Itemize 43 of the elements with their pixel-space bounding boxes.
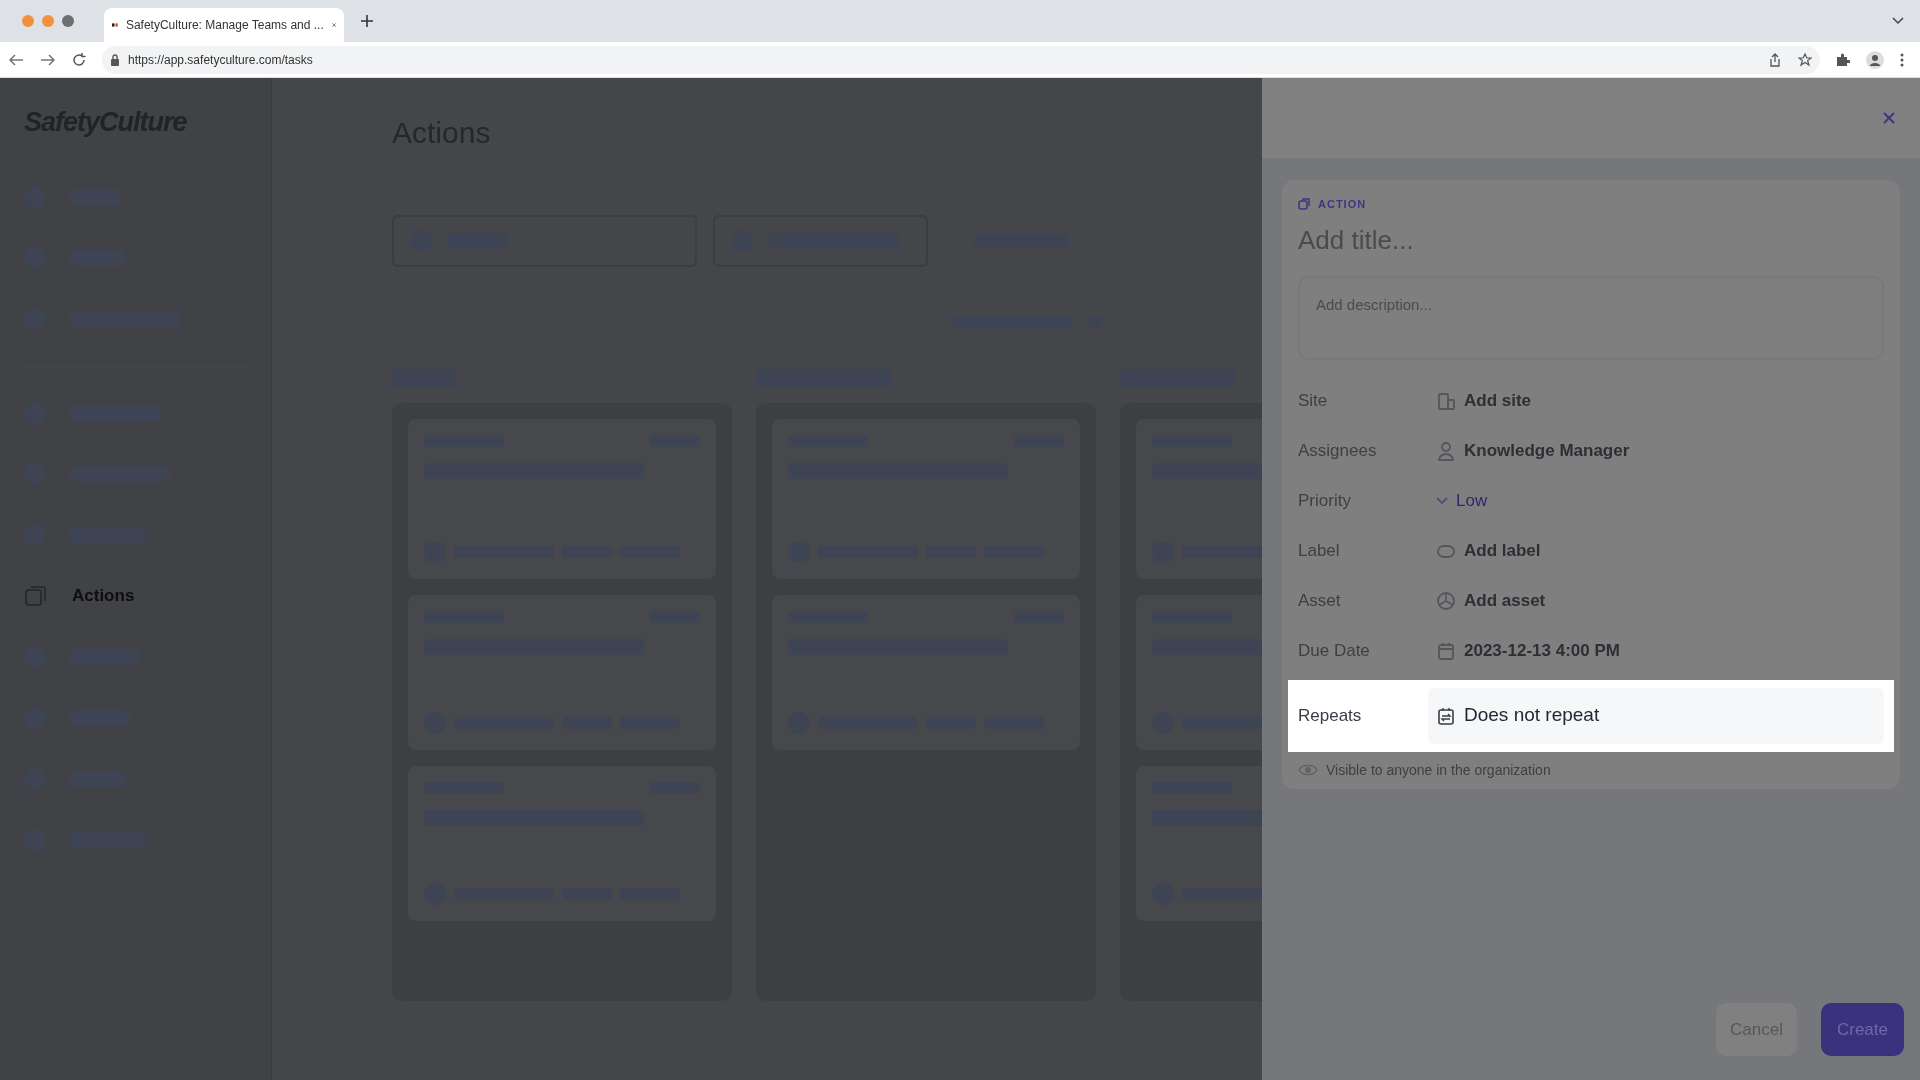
calendar-repeat-icon xyxy=(1436,705,1456,726)
field-label: Priority xyxy=(1298,489,1352,512)
star-icon[interactable] xyxy=(1798,52,1812,67)
field-label: Repeats xyxy=(1298,704,1363,727)
close-icon[interactable] xyxy=(331,20,336,30)
share-icon[interactable] xyxy=(1768,52,1782,67)
field-value[interactable]: Add label xyxy=(1428,537,1884,564)
field-value[interactable]: Does not repeat xyxy=(1428,687,1884,744)
calendar-icon xyxy=(1436,640,1456,661)
url-text: https://app.safetyculture.com/tasks xyxy=(128,51,313,69)
field-label: Assignees xyxy=(1298,439,1378,462)
back-icon[interactable] xyxy=(8,52,24,67)
field-label: Label xyxy=(1298,539,1341,562)
close-window-icon[interactable] xyxy=(22,15,34,27)
browser-tab[interactable]: SafetyCulture: Manage Teams and ... xyxy=(104,8,344,42)
field-value[interactable]: Knowledge Manager xyxy=(1428,437,1884,464)
field-value[interactable]: Add asset xyxy=(1428,587,1884,614)
address-bar[interactable]: https://app.safetyculture.com/tasks xyxy=(102,45,1820,74)
chevron-down-icon[interactable] xyxy=(1892,17,1904,25)
building-icon xyxy=(1436,390,1456,411)
forward-icon[interactable] xyxy=(40,52,56,67)
type-label: ACTION xyxy=(1318,197,1367,212)
favicon-icon xyxy=(112,20,118,30)
field-label: Site xyxy=(1298,389,1329,412)
field-value[interactable]: Low xyxy=(1428,487,1884,514)
new-tab-icon[interactable] xyxy=(360,14,374,28)
field-value[interactable]: Add site xyxy=(1428,387,1884,414)
person-icon xyxy=(1436,440,1456,461)
menu-icon[interactable] xyxy=(1900,52,1904,67)
maximize-window-icon[interactable] xyxy=(62,15,74,27)
close-icon[interactable] xyxy=(1882,111,1896,125)
visibility-note: Visible to anyone in the organization xyxy=(1326,760,1551,780)
reload-icon[interactable] xyxy=(72,52,86,67)
profile-icon[interactable] xyxy=(1866,50,1884,69)
eye-icon xyxy=(1298,763,1318,777)
field-value[interactable]: 2023-12-13 4:00 PM xyxy=(1428,637,1884,664)
minimize-window-icon[interactable] xyxy=(42,15,54,27)
field-label: Due Date xyxy=(1298,639,1371,662)
puzzle-icon[interactable] xyxy=(1836,52,1850,67)
tab-title: SafetyCulture: Manage Teams and ... xyxy=(125,17,324,34)
field-label: Asset xyxy=(1298,589,1342,612)
lock-icon xyxy=(110,53,120,66)
chevron-down-icon xyxy=(1436,497,1448,504)
